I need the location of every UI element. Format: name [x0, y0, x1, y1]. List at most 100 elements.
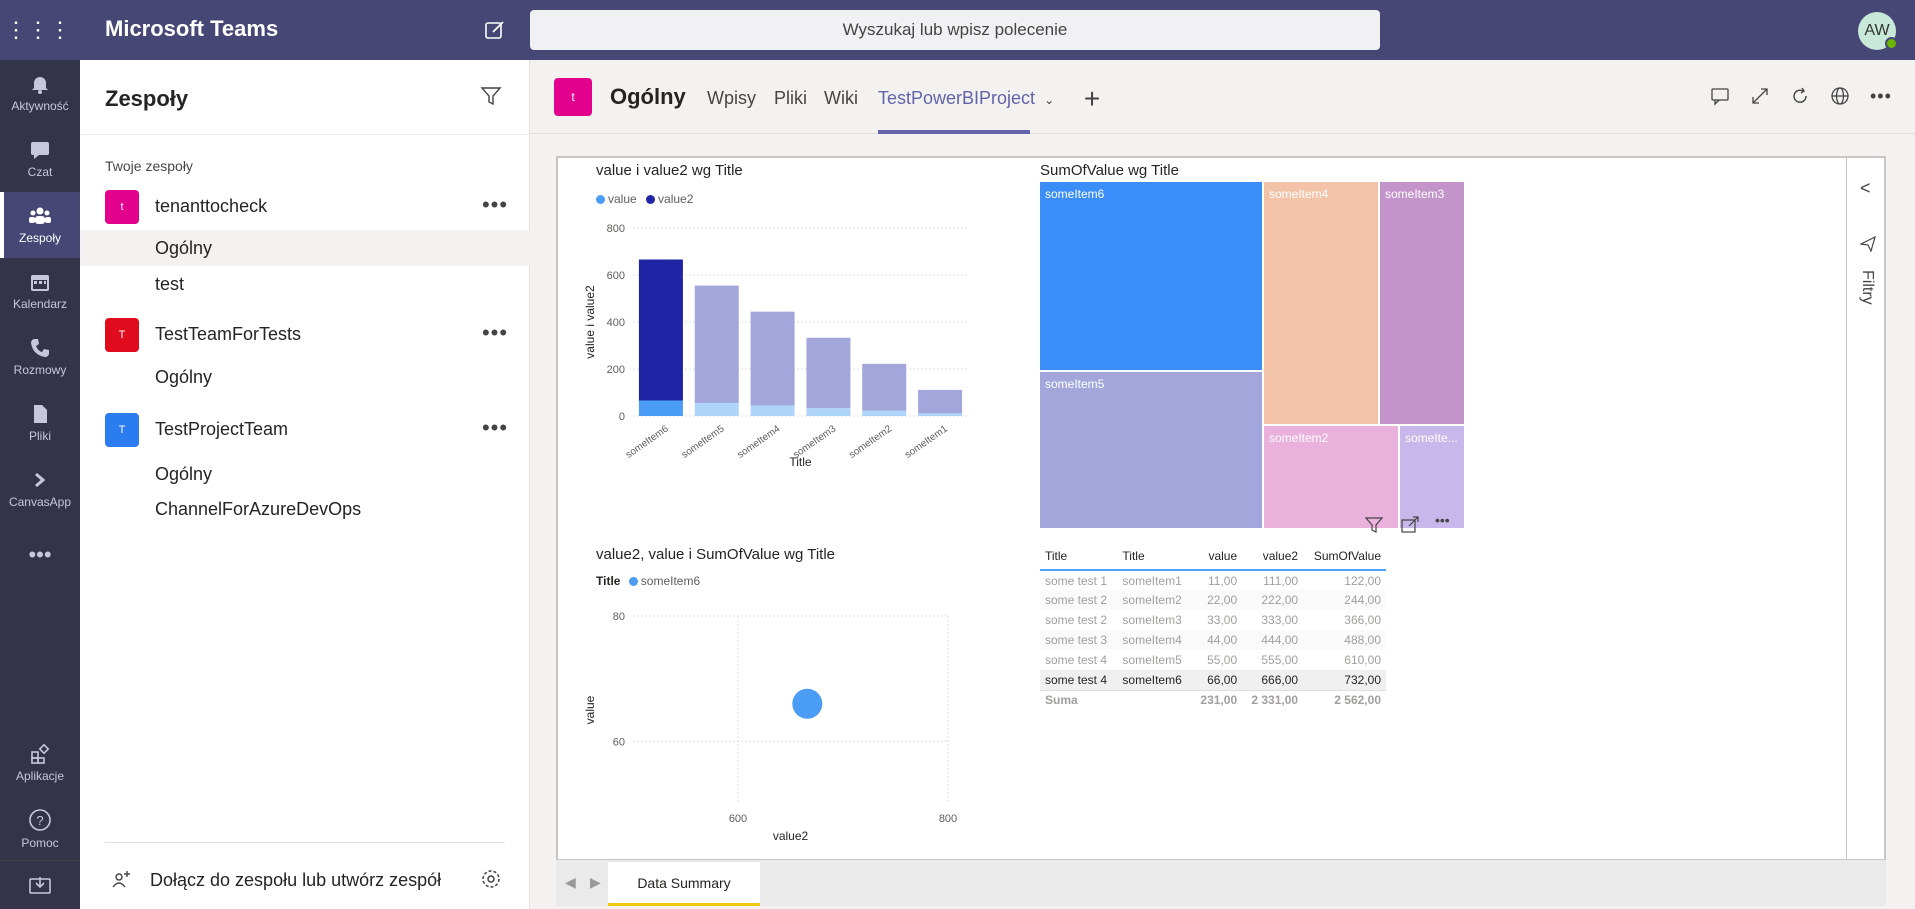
treemap-tile[interactable] [1380, 182, 1464, 424]
bar-value2[interactable] [694, 285, 739, 404]
treemap-tile[interactable] [1040, 372, 1262, 528]
table-cell: 33,00 [1207, 613, 1238, 627]
rail-item-canvasapp[interactable]: CanvasApp [0, 456, 80, 522]
bar-value2[interactable] [918, 389, 963, 414]
more-options-icon[interactable]: ••• [480, 190, 510, 220]
more-apps-icon[interactable]: ••• [0, 522, 80, 588]
table-row[interactable]: some test 4 someItem6 66,00 666,00 732,00 [1040, 670, 1386, 690]
y-tick-label: 60 [613, 736, 625, 748]
table-header-cell[interactable]: Title [1117, 542, 1192, 571]
filter-icon[interactable] [1364, 516, 1384, 539]
table-header-cell[interactable]: Title [1040, 542, 1118, 571]
rail-item-apps[interactable]: Aplikacje [0, 730, 80, 796]
table-cell: 66,00 [1191, 670, 1243, 690]
bar-chart[interactable]: 0 200 400 600 800 someItem6 someItem5 someItem4… [578, 208, 978, 468]
bar-value[interactable] [638, 400, 683, 416]
team-row[interactable]: T TestTeamForTests ••• [80, 310, 530, 360]
chevron-left-icon[interactable]: < [1860, 178, 1871, 199]
filter-icon[interactable] [480, 85, 508, 113]
section-label: Twoje zespoły [105, 158, 193, 174]
table-row[interactable]: some test 2 someItem3 33,00 333,00 366,00 [1040, 610, 1386, 630]
filter-pane-icon [1859, 235, 1876, 253]
chevron-right-icon[interactable]: ▶ [590, 874, 601, 891]
table-row[interactable]: some test 2 someItem2 22,00 222,00 244,00 [1040, 590, 1386, 610]
new-chat-icon[interactable] [478, 15, 512, 45]
tab-powerbi[interactable]: TestPowerBIProject ⌄ [878, 88, 1054, 109]
page-tab-data-summary[interactable]: Data Summary [608, 862, 760, 906]
rail-item-help[interactable]: ? Pomoc [0, 796, 80, 862]
conversation-icon[interactable] [1710, 86, 1734, 110]
team-avatar: t [105, 190, 139, 224]
join-team-link[interactable]: Dołącz do zespołu lub utwórz zespół [150, 870, 441, 891]
add-tab-icon[interactable]: + [1075, 82, 1109, 116]
x-axis-label: value2 [773, 829, 809, 843]
bar-value[interactable] [750, 405, 795, 416]
bar-value[interactable] [694, 403, 739, 416]
table-header-cell[interactable]: value [1191, 542, 1243, 571]
bar-value2[interactable] [750, 311, 795, 406]
channel-item[interactable]: Ogólny [80, 230, 530, 266]
bar-value2[interactable] [862, 363, 907, 411]
team-row[interactable]: T TestProjectTeam ••• [80, 405, 530, 455]
bar-value[interactable] [862, 410, 907, 416]
tab-files[interactable]: Pliki [774, 88, 807, 109]
globe-icon[interactable] [1830, 86, 1854, 110]
legend-label: value2 [658, 192, 694, 206]
more-options-icon[interactable]: ••• [480, 413, 510, 443]
treemap-chart[interactable]: someItem6 someItem5 someItem4 someItem3 some… [1040, 182, 1464, 528]
filters-pane-label[interactable]: Filtry [1858, 270, 1876, 305]
table-row[interactable]: some test 4 someItem5 55,00 555,00 610,00 [1040, 650, 1386, 670]
expand-icon[interactable] [1750, 86, 1774, 110]
rail-label: CanvasApp [8, 495, 72, 509]
table-cell: some test 4 [1045, 653, 1108, 667]
more-options-icon[interactable]: ••• [1870, 86, 1894, 110]
data-table[interactable]: Title Title value value2 SumOfValue some tes… [1040, 542, 1386, 710]
rail-item-teams[interactable]: Zespoły [0, 192, 80, 258]
focus-mode-icon[interactable] [1401, 516, 1419, 539]
rail-item-activity[interactable]: Aktywność [0, 60, 80, 126]
bar-value[interactable] [918, 413, 963, 416]
chevron-left-icon[interactable]: ◀ [565, 874, 576, 891]
channel-item[interactable]: ChannelForAzureDevOps [80, 491, 530, 527]
team-row[interactable]: t tenanttocheck ••• [80, 182, 530, 232]
rail-label: Rozmowy [13, 363, 67, 377]
table-cell: 22,00 [1191, 590, 1243, 610]
refresh-icon[interactable] [1790, 86, 1814, 110]
channel-item[interactable]: test [80, 266, 530, 302]
search-input[interactable]: Wyszukaj lub wpisz polecenie [530, 10, 1380, 50]
bar-legend: value value2 [596, 192, 693, 206]
scatter-chart[interactable]: 60 80 600 800 value2 value [578, 588, 978, 848]
chat-icon [31, 142, 49, 159]
join-team-icon[interactable] [110, 868, 134, 892]
channel-item[interactable]: Ogólny [80, 359, 530, 395]
download-app-button[interactable] [0, 860, 80, 909]
table-cell: some test 4 [1040, 670, 1118, 690]
files-icon [34, 405, 47, 423]
y-axis-label: value [583, 695, 597, 724]
channel-item[interactable]: Ogólny [80, 456, 530, 492]
legend-title: Title [596, 574, 621, 588]
treemap-tile[interactable] [1040, 182, 1262, 370]
x-tick-label: someItem5 [680, 423, 727, 461]
treemap-tile[interactable] [1264, 182, 1378, 424]
tab-posts[interactable]: Wpisy [707, 88, 756, 109]
table-row[interactable]: some test 3 someItem4 44,00 444,00 488,00 [1040, 630, 1386, 650]
more-options-icon[interactable]: ••• [480, 318, 510, 348]
more-options-icon[interactable]: ••• [1435, 512, 1450, 528]
bar-value[interactable] [806, 408, 851, 416]
bar-value2[interactable] [638, 259, 683, 401]
rail-item-files[interactable]: Pliki [0, 390, 80, 456]
table-header-cell[interactable]: value2 [1242, 542, 1304, 571]
table-cell: someItem6 [1117, 670, 1192, 690]
rail-item-calls[interactable]: Rozmowy [0, 324, 80, 390]
scatter-point[interactable] [792, 688, 823, 719]
bar-value2[interactable] [806, 337, 851, 409]
rail-item-calendar[interactable]: Kalendarz [0, 258, 80, 324]
tab-wiki[interactable]: Wiki [824, 88, 858, 109]
table-header-cell[interactable]: SumOfValue [1303, 542, 1386, 571]
table-row[interactable]: some test 1 someItem1 11,00 111,00 122,00 [1040, 570, 1386, 590]
rail-item-chat[interactable]: Czat [0, 126, 80, 192]
app-launcher-icon[interactable]: ⋮⋮⋮ [5, 14, 71, 46]
gear-icon[interactable] [480, 868, 504, 892]
y-tick-label: 0 [619, 411, 625, 423]
